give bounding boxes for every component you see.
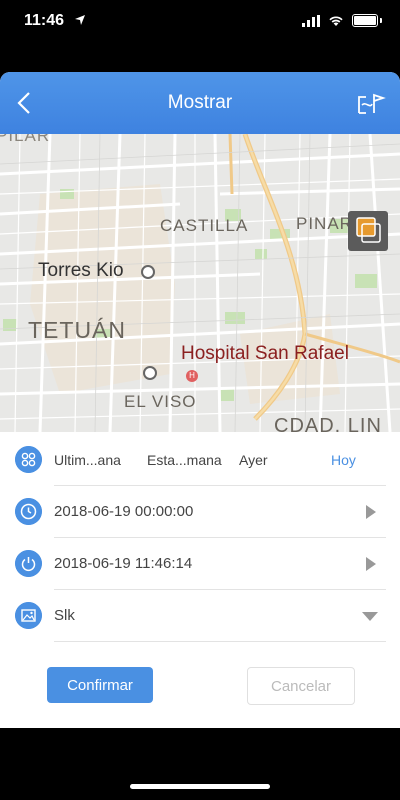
chevron-right-icon	[366, 505, 376, 519]
map-label-cdad: CDAD. LIN	[274, 415, 382, 432]
route-flag-icon[interactable]	[356, 91, 386, 117]
map-label-elviso: EL VISO	[124, 392, 197, 411]
poi-icon	[141, 265, 155, 279]
map-label-tetuan: TETUÁN	[28, 317, 126, 343]
range-yesterday[interactable]: Ayer	[239, 452, 268, 468]
clock-icon	[15, 498, 42, 525]
map-label-torres: Torres Kio	[38, 260, 124, 281]
range-today[interactable]: Hoy	[331, 452, 356, 468]
confirm-button[interactable]: Confirmar	[47, 667, 153, 703]
image-icon	[15, 602, 42, 629]
layers-icon	[356, 217, 381, 243]
map-layers-button[interactable]	[348, 211, 388, 251]
end-time-row[interactable]: 2018-06-19 11:46:14	[0, 538, 400, 590]
status-indicators	[302, 14, 382, 27]
grid-icon	[15, 446, 42, 473]
poi-icon	[143, 366, 157, 380]
map-label-castilla: CASTILLA	[160, 216, 249, 235]
range-row: Ultim...ana Esta...mana Ayer Hoy	[0, 434, 400, 486]
location-arrow-icon	[75, 15, 85, 25]
hospital-icon: H	[186, 370, 198, 382]
map-type-row[interactable]: Slk	[0, 590, 400, 642]
end-time-value: 2018-06-19 11:46:14	[54, 555, 193, 572]
range-last-week[interactable]: Ultim...ana	[54, 452, 121, 468]
map-view[interactable]: PILAR CASTILLA PINAR DE Torres Kio TETUÁ…	[0, 134, 400, 432]
home-indicator[interactable]	[130, 784, 270, 789]
map-label-hospital: Hospital San Rafael	[181, 343, 349, 364]
status-bar: 11:46	[0, 0, 400, 44]
power-icon	[15, 550, 42, 577]
page-title: Mostrar	[167, 92, 233, 113]
cancel-button[interactable]: Cancelar	[247, 667, 355, 705]
map-tiles	[0, 134, 400, 432]
status-time: 11:46	[24, 12, 65, 29]
wifi-icon	[329, 15, 343, 26]
start-time-value: 2018-06-19 00:00:00	[54, 503, 194, 520]
chevron-right-icon	[366, 557, 376, 571]
battery-icon	[352, 14, 378, 27]
map-type-value: Slk	[54, 607, 75, 624]
chevron-down-icon	[362, 612, 378, 621]
range-this-week[interactable]: Esta...mana	[147, 452, 222, 468]
nav-bar: Mostrar	[0, 72, 400, 134]
signal-icon	[302, 14, 320, 27]
start-time-row[interactable]: 2018-06-19 00:00:00	[0, 486, 400, 538]
map-label-pilar: PILAR	[0, 134, 51, 145]
trace-card: Mostrar PILAR CASTILLA PINAR DE Torres K…	[0, 72, 400, 728]
